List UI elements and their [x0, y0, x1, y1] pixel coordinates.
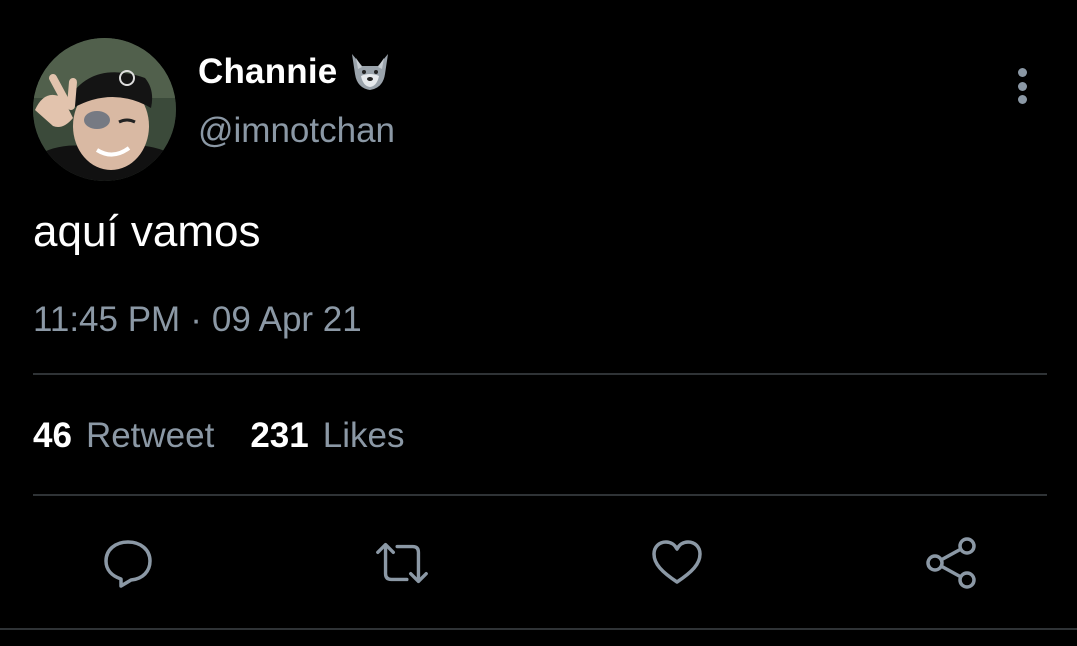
timestamp-separator: · — [190, 300, 202, 339]
tweet-time: 11:45 PM — [33, 300, 181, 339]
like-button[interactable] — [647, 533, 707, 593]
engagement-stats: 46 Retweet 231 Likes — [33, 416, 440, 456]
more-dot — [1017, 81, 1027, 91]
share-button[interactable] — [921, 533, 981, 593]
share-icon — [926, 537, 976, 589]
likes-label[interactable]: Likes — [323, 416, 405, 456]
avatar-image — [33, 38, 176, 181]
divider — [33, 494, 1047, 496]
retweets-label[interactable]: Retweet — [86, 416, 214, 456]
tweet-timestamp: 11:45 PM · 09 Apr 21 — [33, 300, 362, 340]
like-icon — [652, 540, 702, 584]
more-dot — [1017, 95, 1027, 104]
author-handle[interactable]: @imnotchan — [198, 111, 395, 151]
display-name[interactable]: Channie — [198, 52, 337, 92]
retweet-button[interactable] — [372, 533, 432, 593]
wolf-face-emoji-icon — [347, 52, 393, 92]
more-dot — [1017, 68, 1027, 77]
retweet-icon — [376, 542, 428, 584]
divider — [33, 373, 1047, 375]
author-name-row[interactable]: Channie — [198, 50, 393, 94]
retweets-count[interactable]: 46 — [33, 416, 72, 456]
avatar[interactable] — [33, 38, 176, 181]
tweet-text: aquí vamos — [33, 207, 261, 256]
likes-count[interactable]: 231 — [250, 416, 308, 456]
reply-icon — [104, 540, 152, 588]
more-vertical-icon[interactable] — [1004, 64, 1040, 108]
tweet-detail: Channie @imnotchan aquí vamos 11:45 PM ·… — [0, 0, 1077, 646]
tweet-date: 09 Apr 21 — [211, 300, 362, 339]
divider — [0, 628, 1077, 630]
reply-button[interactable] — [98, 533, 158, 593]
